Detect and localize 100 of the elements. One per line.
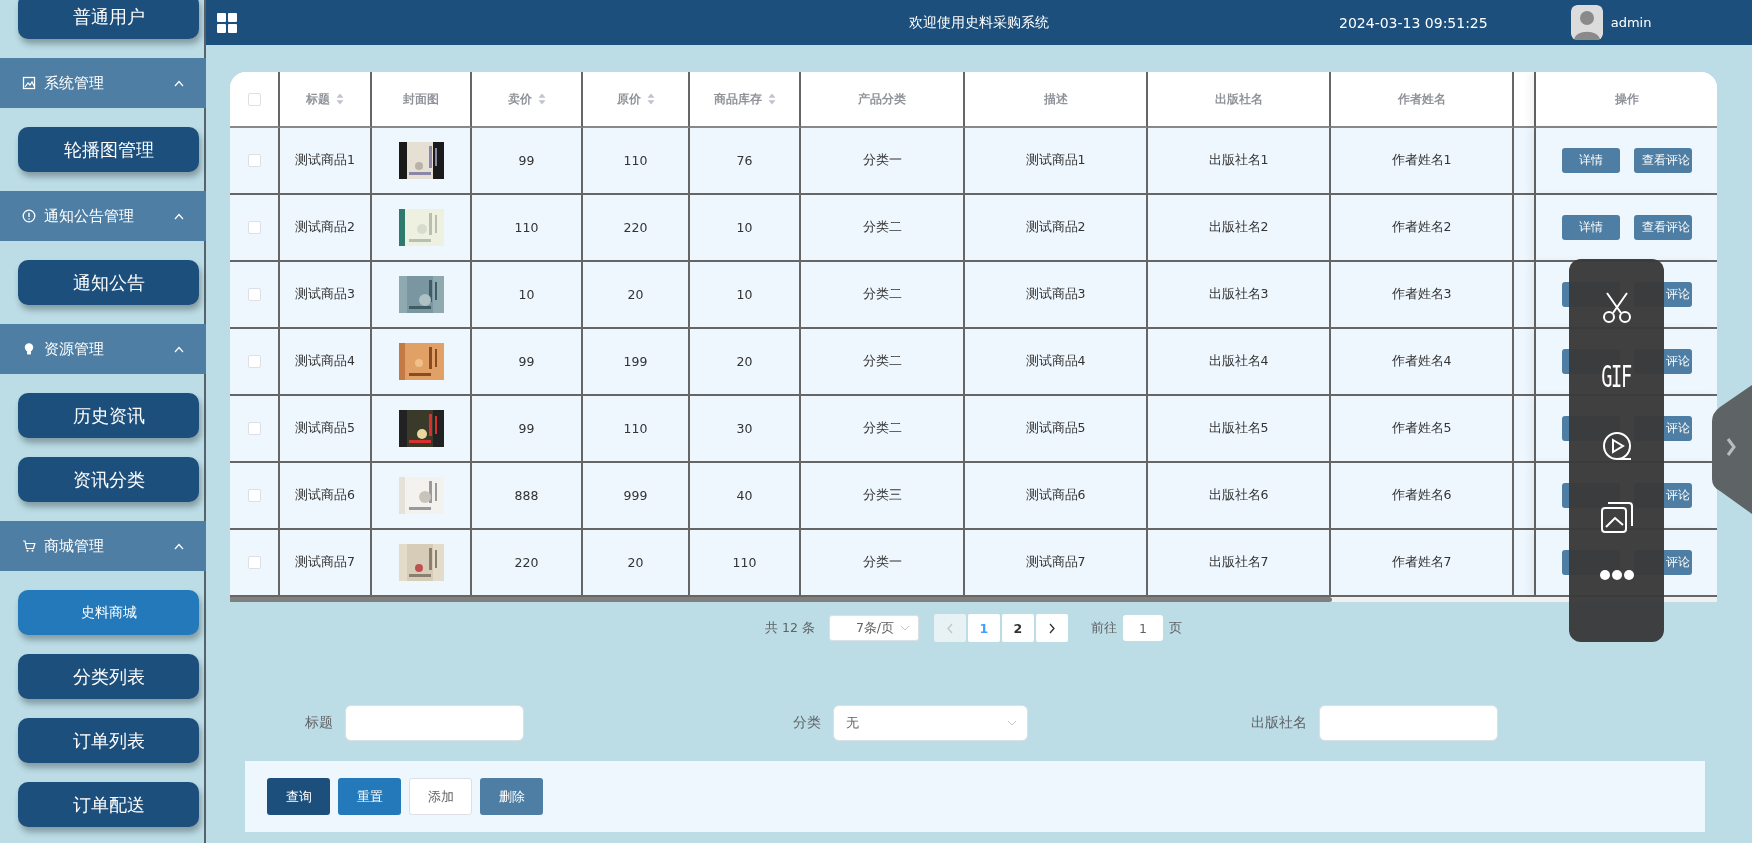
chevron-left-icon <box>945 622 954 634</box>
datetime: 2024-03-13 09:51:25 <box>1339 14 1488 31</box>
checkbox[interactable] <box>247 422 261 435</box>
column-header: 产品分类 <box>801 72 965 128</box>
bulb-icon <box>22 342 36 356</box>
cart-icon <box>22 539 36 553</box>
page-button[interactable]: 2 <box>1001 614 1034 642</box>
more-icon[interactable] <box>1598 569 1635 581</box>
page-size-select[interactable]: 7条/页 <box>828 615 919 641</box>
info-icon <box>22 209 36 223</box>
reset-button[interactable]: 重置 <box>338 778 401 815</box>
table-cell: 作者姓名7 <box>1331 530 1514 597</box>
table-cell: 40 <box>690 463 801 530</box>
table-cell: 分类三 <box>801 463 965 530</box>
side-handle[interactable] <box>1712 385 1752 514</box>
table-cell: 10 <box>690 262 801 329</box>
sidebar-item[interactable]: 普通用户 <box>18 0 199 39</box>
avatar[interactable] <box>1570 5 1603 40</box>
field-label: 标题 <box>305 714 333 732</box>
table-cell: 110 <box>690 530 801 597</box>
details-button[interactable]: 详情 <box>1561 215 1620 240</box>
column-header: 操作 <box>1536 72 1717 128</box>
table-cell: 出版社名7 <box>1148 530 1331 597</box>
search-button[interactable]: 查询 <box>267 778 330 815</box>
table-cell: 99 <box>472 128 583 195</box>
group-label: 通知公告管理 <box>44 206 135 226</box>
sidebar-item[interactable]: 史料商城 <box>18 590 199 635</box>
reviews-button[interactable]: 查看评论 <box>1633 215 1692 240</box>
gallery-icon[interactable] <box>1598 499 1635 535</box>
sort-icon[interactable] <box>537 93 546 105</box>
sort-icon[interactable] <box>336 93 344 105</box>
table-cell: 测试商品6 <box>965 463 1148 530</box>
group-label: 资源管理 <box>44 339 105 359</box>
column-header[interactable]: 标题 <box>280 72 372 128</box>
table-cell: 220 <box>583 195 690 262</box>
table-cell: 作者姓名4 <box>1331 329 1514 396</box>
field-label: 出版社名 <box>1251 714 1307 732</box>
details-button[interactable]: 详情 <box>1561 148 1620 173</box>
column-header: 描述 <box>965 72 1148 128</box>
delete-button[interactable]: 删除 <box>480 778 543 815</box>
table-cell: 作者姓名1 <box>1331 128 1514 195</box>
sidebar-item[interactable]: 订单配送 <box>18 782 199 827</box>
table-cell: 出版社名4 <box>1148 329 1331 396</box>
checkbox[interactable] <box>247 489 261 502</box>
sort-icon[interactable] <box>646 93 655 105</box>
sidebar-item[interactable]: 历史资讯 <box>18 393 199 438</box>
page-suffix: 页 <box>1168 619 1182 637</box>
table-cell: 分类二 <box>801 329 965 396</box>
table-cell: 20 <box>583 262 690 329</box>
table-cell: 测试商品4 <box>965 329 1148 396</box>
checkbox[interactable] <box>247 355 261 368</box>
total-count: 共 12 条 <box>765 619 815 637</box>
table-cell: 测试商品5 <box>280 396 372 463</box>
username[interactable]: admin <box>1610 15 1652 30</box>
column-header[interactable]: 原价 <box>583 72 690 128</box>
sidebar-item[interactable]: 资讯分类 <box>18 457 199 502</box>
table-cell: 分类二 <box>801 195 965 262</box>
image-icon <box>22 76 36 90</box>
checkbox[interactable] <box>247 288 261 301</box>
reviews-button[interactable]: 查看评论 <box>1633 148 1692 173</box>
sidebar-item[interactable]: 订单列表 <box>18 718 199 763</box>
table-cell: 测试商品6 <box>280 463 372 530</box>
checkbox[interactable] <box>247 92 261 106</box>
add-button[interactable]: 添加 <box>409 778 472 815</box>
group-label: 系统管理 <box>44 73 105 93</box>
sidebar-group[interactable]: 系统管理 <box>0 58 206 108</box>
input-field[interactable] <box>1319 705 1498 741</box>
checkbox[interactable] <box>247 154 261 167</box>
table-cell: 888 <box>472 463 583 530</box>
sidebar-item[interactable]: 通知公告 <box>18 260 199 305</box>
table-cell: 出版社名3 <box>1148 262 1331 329</box>
grid-icon[interactable] <box>217 12 237 33</box>
column-header[interactable]: 卖价 <box>472 72 583 128</box>
column-header: 封面图 <box>372 72 472 128</box>
table-cell: 作者姓名5 <box>1331 396 1514 463</box>
next-page-button[interactable] <box>1035 614 1068 642</box>
page-input[interactable]: 1 <box>1122 615 1163 641</box>
scrollbar-thumb[interactable] <box>230 597 1332 602</box>
group-label: 商城管理 <box>44 536 105 556</box>
table-cell: 出版社名5 <box>1148 396 1331 463</box>
column-header[interactable]: 商品库存 <box>690 72 801 128</box>
column-header: 出版社名 <box>1148 72 1331 128</box>
sidebar-item[interactable]: 轮播图管理 <box>18 127 199 172</box>
category-select[interactable]: 无 <box>833 705 1028 741</box>
sidebar-group[interactable]: 资源管理 <box>0 324 206 374</box>
checkbox[interactable] <box>247 221 261 234</box>
table-cell: 测试商品1 <box>965 128 1148 195</box>
table-cell: 分类一 <box>801 530 965 597</box>
table-cell: 测试商品7 <box>965 530 1148 597</box>
table-cell: 作者姓名2 <box>1331 195 1514 262</box>
sidebar-item[interactable]: 分类列表 <box>18 654 199 699</box>
sidebar-group[interactable]: 通知公告管理 <box>0 191 206 241</box>
table-cell: 30 <box>690 396 801 463</box>
goto-label: 前往 <box>1090 619 1117 637</box>
sidebar-group[interactable]: 商城管理 <box>0 521 206 571</box>
gif-button[interactable]: GIF <box>1601 359 1632 395</box>
input-field[interactable] <box>345 705 524 741</box>
checkbox[interactable] <box>247 556 261 569</box>
sort-icon[interactable] <box>767 93 776 105</box>
table-cell: 10 <box>690 195 801 262</box>
